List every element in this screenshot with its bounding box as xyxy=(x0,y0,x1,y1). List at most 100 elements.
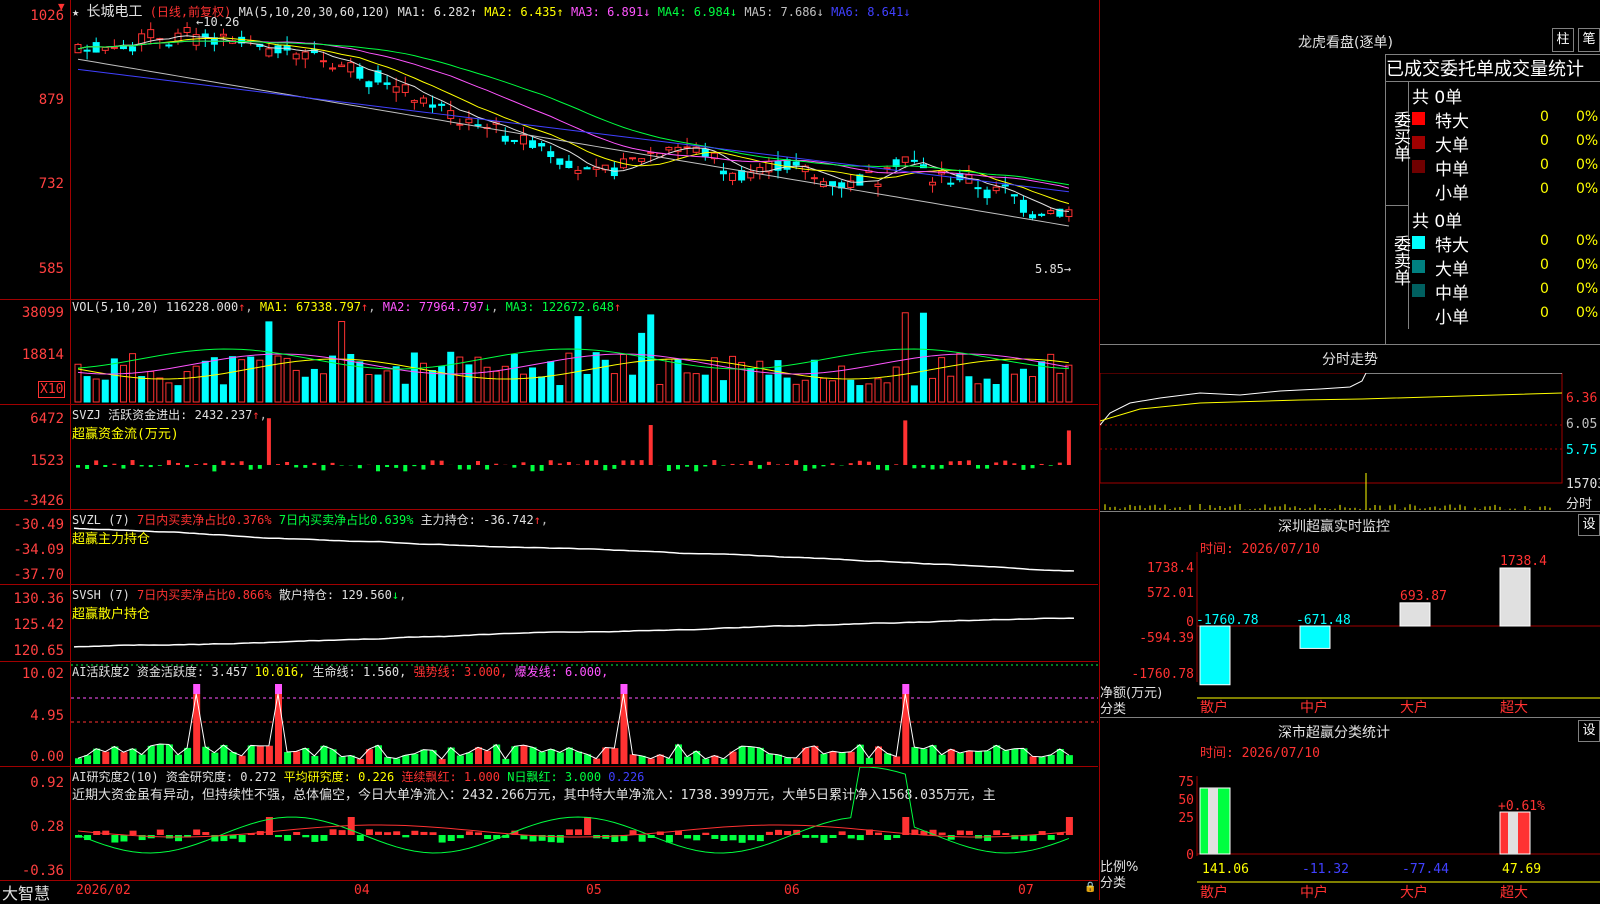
fund-flow-bar xyxy=(585,460,589,465)
svzj-chart[interactable] xyxy=(71,405,1098,508)
research-bar xyxy=(420,832,427,835)
volume-bar xyxy=(593,353,599,402)
ma-line xyxy=(78,36,1069,212)
fund-flow-bar xyxy=(640,460,644,465)
volume-bar xyxy=(720,381,726,402)
activity-bar xyxy=(375,745,382,764)
candle xyxy=(402,85,408,93)
svzl-chart[interactable] xyxy=(71,510,1098,583)
svsh-y-axis: 130.36 125.42 120.65 xyxy=(0,585,71,661)
research-bar xyxy=(230,835,237,839)
volume-bar xyxy=(948,376,954,402)
activity-bar xyxy=(920,749,927,764)
kline-panel[interactable]: 1026 879 732 585 ▼ ★ 长城电工 (日线,前复权) MA(5,… xyxy=(0,0,1098,300)
lock-icon[interactable]: 🔒 xyxy=(1084,882,1096,893)
classify-bar-chart[interactable]: 7550250141.06散户-11.32中户-77.44大户47.69+0.6… xyxy=(1100,756,1600,901)
volume-panel[interactable]: 38099 18814 X10 VOL(5,10,20) 116228.000↑… xyxy=(0,299,1098,405)
order-stat-row: 中单00% xyxy=(1410,279,1600,303)
sz-monitor-panel[interactable]: 深圳超赢实时监控 设 时间: 2026/07/10 1738.4572.010-… xyxy=(1100,511,1600,716)
candle xyxy=(393,87,399,92)
activity-bar xyxy=(339,757,346,764)
activity-bar xyxy=(75,758,82,764)
research-bar xyxy=(384,832,391,835)
monitor-bar-label: 693.87 xyxy=(1400,589,1447,604)
volume-bar xyxy=(293,370,299,402)
tick-mode-button[interactable]: 笔 xyxy=(1578,28,1600,52)
fund-flow-bar xyxy=(567,462,571,465)
activity-bar xyxy=(593,759,600,764)
volume-bar xyxy=(857,386,863,402)
fund-flow-bar xyxy=(440,461,444,465)
activity-bar-top xyxy=(902,684,909,694)
main-position-line xyxy=(74,528,1074,571)
monitor-bar-label: -1760.78 xyxy=(1196,613,1259,628)
activity-bar xyxy=(293,751,300,764)
fenshi-vol-label: 15703 xyxy=(1566,477,1600,492)
candle xyxy=(84,50,90,51)
fund-flow-bar xyxy=(721,465,725,466)
candle xyxy=(148,30,154,38)
monitor-bar-chart[interactable]: 1738.4572.010-594.39-1760.78-1760.78散户-6… xyxy=(1100,552,1600,714)
volume-bar xyxy=(93,379,99,402)
candle xyxy=(975,188,981,189)
svsh-chart[interactable] xyxy=(71,585,1098,660)
research-bar xyxy=(884,835,891,840)
ai-research-panel[interactable]: 0.92 0.28 -0.36 AI研究度2(10) 资金研究度: 0.272 … xyxy=(0,767,1098,881)
fenshi-panel[interactable]: 分时走势 6.36 6.05 5.75 15703 分时 xyxy=(1100,344,1600,511)
classify-settings-button[interactable]: 设 xyxy=(1578,720,1600,742)
candle xyxy=(911,160,917,161)
ai1-y-label: 0.00 xyxy=(0,749,64,765)
monitor-settings-button[interactable]: 设 xyxy=(1578,514,1600,536)
fund-flow-bar xyxy=(767,462,771,465)
candle xyxy=(184,27,190,32)
fund-flow-bar xyxy=(976,465,980,469)
buy-orders-label: 委买单 xyxy=(1386,81,1409,206)
volume-bar xyxy=(75,364,81,402)
svzl-y-label: -37.70 xyxy=(0,567,64,583)
fund-flow-bar xyxy=(1067,430,1071,465)
research-bar xyxy=(893,835,900,838)
sz-classify-panel[interactable]: 深市超赢分类统计 设 时间: 2026/07/10 7550250141.06散… xyxy=(1100,717,1600,901)
ai-activity-panel[interactable]: 10.02 4.95 0.00 AI活跃度2 资金活跃度: 3.457 10.0… xyxy=(0,662,1098,767)
research-bar xyxy=(275,835,282,837)
svzj-panel[interactable]: 6472 1523 -3426 SVZJ 活跃资金进出: 2432.237↑, … xyxy=(0,405,1098,510)
research-bar xyxy=(784,831,791,835)
fund-flow-bar xyxy=(267,418,271,465)
volume-bar xyxy=(757,361,763,402)
research-bar xyxy=(120,835,127,841)
bar-mode-button[interactable]: 柱 xyxy=(1552,28,1574,52)
kline-chart[interactable] xyxy=(71,0,1098,298)
fund-flow-bar xyxy=(885,465,889,470)
ai-activity-chart[interactable] xyxy=(71,662,1098,765)
ai-research-chart[interactable] xyxy=(71,767,1098,879)
fenshi-chart[interactable] xyxy=(1100,373,1600,511)
monitor-title: 深圳超赢实时监控 xyxy=(1278,516,1390,536)
fund-flow-bar xyxy=(212,465,216,471)
fund-flow-bar xyxy=(694,465,698,471)
fund-flow-bar xyxy=(1021,465,1025,470)
fund-flow-bar xyxy=(221,461,225,465)
volume-bar xyxy=(830,381,836,402)
volume-bar xyxy=(302,377,308,402)
activity-bar xyxy=(975,751,982,764)
volume-bar xyxy=(157,378,163,402)
volume-bar xyxy=(957,353,963,402)
fund-flow-bar xyxy=(121,465,125,469)
x-label: 07 xyxy=(1018,883,1034,898)
svsh-panel[interactable]: 130.36 125.42 120.65 SVSH (7) 7日内买卖净占比0.… xyxy=(0,585,1098,662)
volume-bar xyxy=(1048,354,1054,402)
candle xyxy=(339,65,345,66)
fund-flow-bar xyxy=(149,465,153,467)
svzl-panel[interactable]: -30.49 -34.09 -37.70 SVZL (7) 7日内买卖净占比0.… xyxy=(0,510,1098,585)
activity-bar xyxy=(148,746,155,764)
fund-flow-bar xyxy=(276,464,280,465)
volume-bar xyxy=(1057,373,1063,402)
research-bar xyxy=(284,835,291,841)
activity-bar xyxy=(984,751,991,764)
research-bar xyxy=(239,835,246,842)
volume-bar xyxy=(893,367,899,402)
candle xyxy=(1020,200,1026,212)
vol-y-axis: 38099 18814 X10 xyxy=(0,299,71,404)
fund-flow-bar xyxy=(76,465,80,468)
volume-chart[interactable] xyxy=(71,299,1098,403)
